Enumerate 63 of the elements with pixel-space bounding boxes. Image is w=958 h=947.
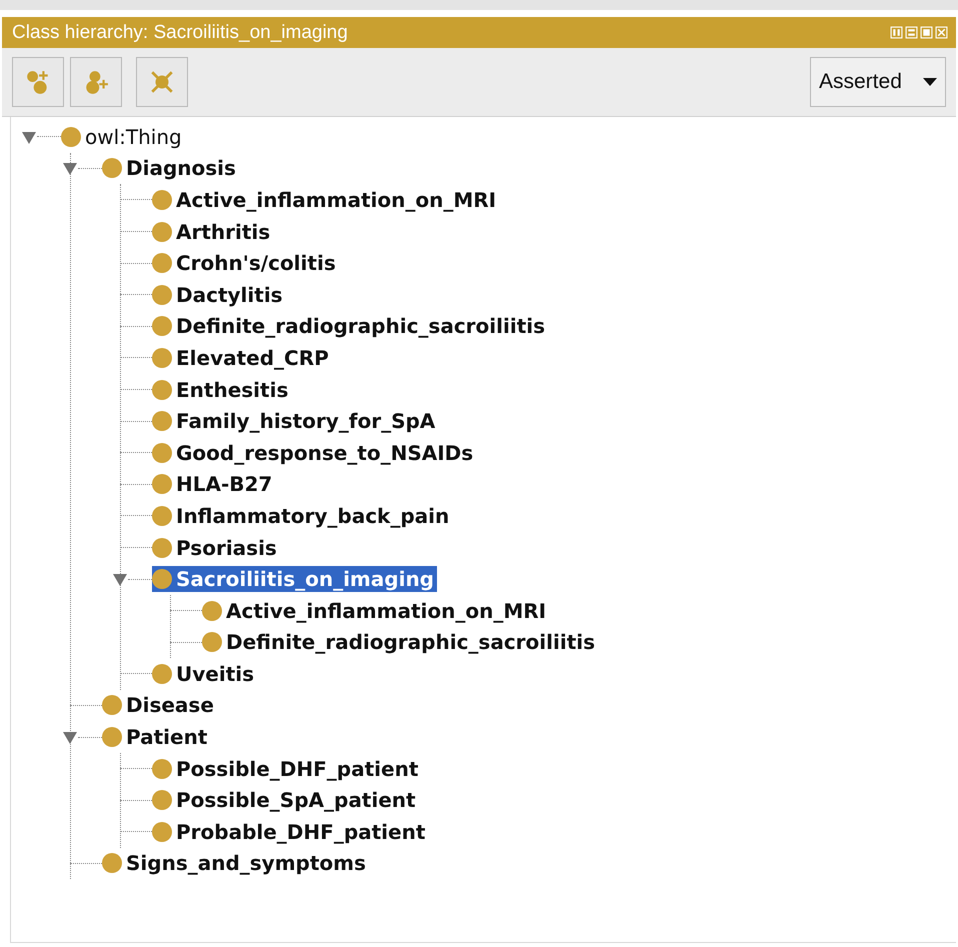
add-subclass-icon xyxy=(25,69,51,95)
maximize-icon[interactable] xyxy=(920,26,933,39)
split-horizontal-icon[interactable] xyxy=(905,26,918,39)
delete-class-icon xyxy=(149,69,175,95)
class-icon xyxy=(152,316,172,336)
class-icon xyxy=(202,600,222,621)
class-tree-item[interactable]: Inflammatory_back_pain xyxy=(152,502,452,529)
class-tree-item[interactable]: Possible_SpA_patient xyxy=(152,787,419,814)
class-tree-item[interactable]: Psoriasis xyxy=(152,534,280,561)
caret-icon xyxy=(923,77,937,87)
class-tree-item[interactable]: Crohn's/colitis xyxy=(152,250,339,276)
class-icon xyxy=(152,253,172,274)
class-tree-item[interactable]: Active_inflammation_on_MRI xyxy=(152,186,500,213)
class-tree-item[interactable]: Active_inflammation_on_MRI xyxy=(202,598,550,624)
class-icon xyxy=(152,506,172,526)
class-icon xyxy=(152,790,172,810)
panel-title: Class hierarchy: Sacroiliitis_on_imaging xyxy=(12,22,348,44)
class-tree-item[interactable]: Patient xyxy=(102,724,210,750)
collapse-icon[interactable] xyxy=(112,571,128,588)
class-tree-item[interactable]: Signs_and_symptoms xyxy=(102,850,369,876)
class-tree-item[interactable]: HLA-B27 xyxy=(152,471,276,498)
add-subclass-button[interactable] xyxy=(12,57,64,107)
class-tree-item[interactable]: Elevated_CRP xyxy=(152,344,332,371)
view-selector[interactable]: Asserted xyxy=(810,57,946,107)
class-icon xyxy=(152,822,172,842)
close-icon[interactable] xyxy=(935,26,948,39)
class-tree-item[interactable]: Good_response_to_NSAIDs xyxy=(152,440,476,466)
class-icon xyxy=(152,411,172,432)
class-tree-item[interactable]: Definite_radiographic_sacroiliitis xyxy=(152,313,548,340)
class-icon xyxy=(152,664,172,684)
class-icon xyxy=(152,442,172,463)
class-tree-item[interactable]: Sacroiliitis_on_imaging xyxy=(152,566,437,592)
class-tree-item[interactable]: Definite_radiographic_sacroiliitis xyxy=(202,629,598,656)
delete-class-button[interactable] xyxy=(136,57,188,107)
class-icon xyxy=(102,853,122,874)
class-icon xyxy=(152,758,172,779)
class-tree-item[interactable]: Family_history_for_SpA xyxy=(152,408,438,434)
class-icon xyxy=(152,222,172,242)
class-tree-item[interactable]: Arthritis xyxy=(152,218,274,245)
class-tree-item[interactable]: Probable_DHF_patient xyxy=(152,818,428,845)
add-sibling-button[interactable] xyxy=(70,57,122,107)
class-tree-item[interactable]: Enthesitis xyxy=(152,376,292,403)
class-tree-item[interactable]: Disease xyxy=(102,692,217,718)
class-icon xyxy=(152,284,172,305)
collapse-icon[interactable] xyxy=(62,729,78,746)
class-tree-item[interactable]: Uveitis xyxy=(152,660,258,687)
class-tree-item[interactable]: Dactylitis xyxy=(152,282,286,308)
class-icon xyxy=(102,727,122,748)
class-icon xyxy=(102,695,122,716)
class-icon xyxy=(102,158,122,178)
class-tree-item[interactable]: owl:Thing xyxy=(61,124,185,150)
class-icon xyxy=(202,632,222,652)
class-icon xyxy=(152,538,172,558)
split-view-icon[interactable] xyxy=(890,26,903,39)
class-tree-item[interactable]: Diagnosis xyxy=(102,155,239,182)
class-icon xyxy=(152,569,172,590)
class-tree-item[interactable]: Possible_DHF_patient xyxy=(152,756,422,782)
class-icon xyxy=(152,380,172,400)
collapse-icon[interactable] xyxy=(62,160,78,176)
class-icon xyxy=(61,126,81,147)
class-icon xyxy=(152,474,172,494)
class-icon xyxy=(152,348,172,368)
class-icon xyxy=(152,190,172,210)
